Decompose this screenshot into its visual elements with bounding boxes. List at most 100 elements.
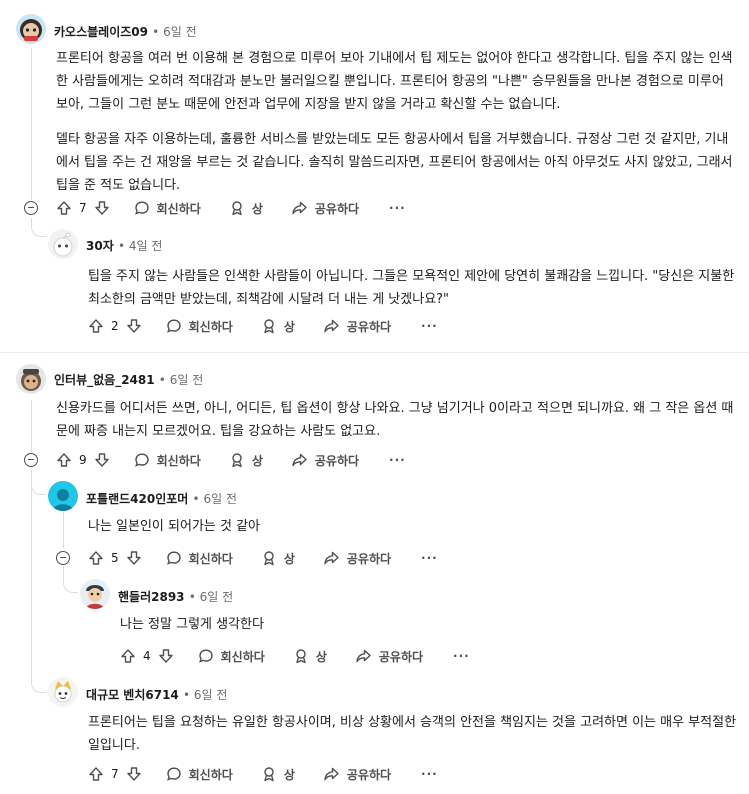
comment-paragraph: 팁을 주지 않는 사람들은 인색한 사람들이 아닙니다. 그들은 모욕적인 제안… xyxy=(88,269,735,307)
comment-body: 프론티어는 팁을 요청하는 유일한 항공사이며, 비상 상황에서 승객의 안전을… xyxy=(88,711,738,757)
share-icon xyxy=(292,453,307,467)
comment-body: 나는 정말 그렇게 생각한다 xyxy=(120,613,730,636)
award-button[interactable]: 상 xyxy=(261,318,295,335)
share-label: 공유하다 xyxy=(314,201,360,216)
award-icon xyxy=(264,551,274,566)
comment-actions: 9 회신하다 상 공유하다 ··· xyxy=(56,448,406,472)
share-button[interactable]: 공유하다 xyxy=(291,452,359,469)
upvote-icon[interactable] xyxy=(120,648,136,664)
comment-actions: 2 회신하다 상 공유하다 ··· xyxy=(88,314,438,338)
share-label: 공유하다 xyxy=(346,319,392,334)
collapse-thread-button[interactable] xyxy=(24,453,38,467)
comment-bubble-icon xyxy=(198,649,213,663)
timestamp[interactable]: 6일 전 xyxy=(194,688,228,702)
award-button[interactable]: 상 xyxy=(229,200,263,217)
award-button[interactable]: 상 xyxy=(293,648,327,665)
comment-paragraph: 델타 항공을 자주 이용하는데, 훌륭한 서비스를 받았는데도 모든 항공사에서… xyxy=(56,132,733,193)
timestamp[interactable]: 6일 전 xyxy=(203,492,237,506)
downvote-icon[interactable] xyxy=(94,452,110,468)
share-label: 공유하다 xyxy=(346,767,392,782)
downvote-icon[interactable] xyxy=(158,648,174,664)
downvote-icon[interactable] xyxy=(126,318,142,334)
share-icon xyxy=(324,767,339,781)
meta-dot: • xyxy=(192,492,204,506)
comment-body: 프론티어 항공을 여러 번 이용해 본 경험으로 미루어 보아 기내에서 팁 제… xyxy=(56,47,737,197)
avatar[interactable] xyxy=(48,481,78,511)
username[interactable]: 핸들러2893 xyxy=(118,590,185,604)
username[interactable]: 대규모 벤치6714 xyxy=(86,688,179,702)
reply-button[interactable]: 회신하다 xyxy=(134,452,201,469)
share-icon xyxy=(356,649,371,663)
more-options-button[interactable]: ··· xyxy=(389,453,406,467)
downvote-icon[interactable] xyxy=(126,550,142,566)
share-button[interactable]: 공유하다 xyxy=(323,766,391,783)
reply-button[interactable]: 회신하다 xyxy=(198,648,265,665)
comment-paragraph: 프론티어 항공을 여러 번 이용해 본 경험으로 미루어 보아 기내에서 팁 제… xyxy=(56,51,733,112)
award-button[interactable]: 상 xyxy=(261,550,295,567)
comment-paragraph: 신용카드를 어디서든 쓰면, 아니, 어디든, 팁 옵션이 항상 나와요. 그냥… xyxy=(56,401,734,439)
share-button[interactable]: 공유하다 xyxy=(323,318,391,335)
upvote-icon[interactable] xyxy=(88,318,104,334)
vote-count: 9 xyxy=(79,453,87,467)
upvote-icon[interactable] xyxy=(88,550,104,566)
username[interactable]: 30자 xyxy=(86,239,114,253)
award-label: 상 xyxy=(251,453,263,468)
reply-button[interactable]: 회신하다 xyxy=(166,550,233,567)
comment-header: 30자 • 4일 전 xyxy=(86,237,162,254)
comment-actions: 4 회신하다 상 공유하다 ··· xyxy=(120,644,470,668)
downvote-icon[interactable] xyxy=(126,766,142,782)
reply-label: 회신하다 xyxy=(188,319,233,334)
avatar[interactable] xyxy=(48,677,78,707)
comment-header: 인터뷰_없음_2481 • 6일 전 xyxy=(54,371,203,388)
avatar[interactable] xyxy=(16,364,46,394)
comment-bubble-icon xyxy=(166,319,181,333)
award-button[interactable]: 상 xyxy=(261,766,295,783)
meta-dot: • xyxy=(152,25,164,39)
award-icon xyxy=(232,201,242,216)
upvote-icon[interactable] xyxy=(56,452,72,468)
username[interactable]: 포틀랜드420인포머 xyxy=(86,492,188,506)
collapse-thread-button[interactable] xyxy=(24,201,38,215)
username[interactable]: 인터뷰_없음_2481 xyxy=(54,373,155,387)
timestamp[interactable]: 6일 전 xyxy=(200,590,234,604)
more-options-button[interactable]: ··· xyxy=(389,201,406,215)
upvote-icon[interactable] xyxy=(88,766,104,782)
share-label: 공유하다 xyxy=(378,649,424,664)
avatar[interactable] xyxy=(48,229,78,259)
vote-count: 4 xyxy=(143,649,151,663)
timestamp[interactable]: 6일 전 xyxy=(163,25,197,39)
share-button[interactable]: 공유하다 xyxy=(323,550,391,567)
meta-dot: • xyxy=(182,688,194,702)
reply-label: 회신하다 xyxy=(156,453,201,468)
timestamp[interactable]: 6일 전 xyxy=(170,373,204,387)
reply-label: 회신하다 xyxy=(156,201,201,216)
thread-line xyxy=(31,470,32,680)
share-button[interactable]: 공유하다 xyxy=(291,200,359,217)
comment-actions: 7 회신하다 상 공유하다 ··· xyxy=(56,196,406,220)
timestamp[interactable]: 4일 전 xyxy=(129,239,163,253)
more-options-button[interactable]: ··· xyxy=(421,551,438,565)
vote-group: 5 xyxy=(88,550,142,566)
thread-connector xyxy=(31,676,46,693)
collapse-thread-button[interactable] xyxy=(56,551,70,565)
downvote-icon[interactable] xyxy=(94,200,110,216)
avatar[interactable] xyxy=(16,14,46,44)
meta-dot: • xyxy=(188,590,200,604)
more-options-button[interactable]: ··· xyxy=(453,649,470,663)
vote-count: 7 xyxy=(111,767,119,781)
share-button[interactable]: 공유하다 xyxy=(355,648,423,665)
award-button[interactable]: 상 xyxy=(229,452,263,469)
award-label: 상 xyxy=(283,319,295,334)
comment-bubble-icon xyxy=(166,551,181,565)
comment-header: 핸들러2893 • 6일 전 xyxy=(118,588,233,605)
username[interactable]: 카오스블레이즈09 xyxy=(54,25,148,39)
reply-button[interactable]: 회신하다 xyxy=(166,766,233,783)
upvote-icon[interactable] xyxy=(56,200,72,216)
more-options-button[interactable]: ··· xyxy=(421,319,438,333)
reply-label: 회신하다 xyxy=(220,649,265,664)
reply-button[interactable]: 회신하다 xyxy=(166,318,233,335)
vote-group: 7 xyxy=(56,200,110,216)
avatar[interactable] xyxy=(80,579,110,609)
reply-button[interactable]: 회신하다 xyxy=(134,200,201,217)
more-options-button[interactable]: ··· xyxy=(421,767,438,781)
